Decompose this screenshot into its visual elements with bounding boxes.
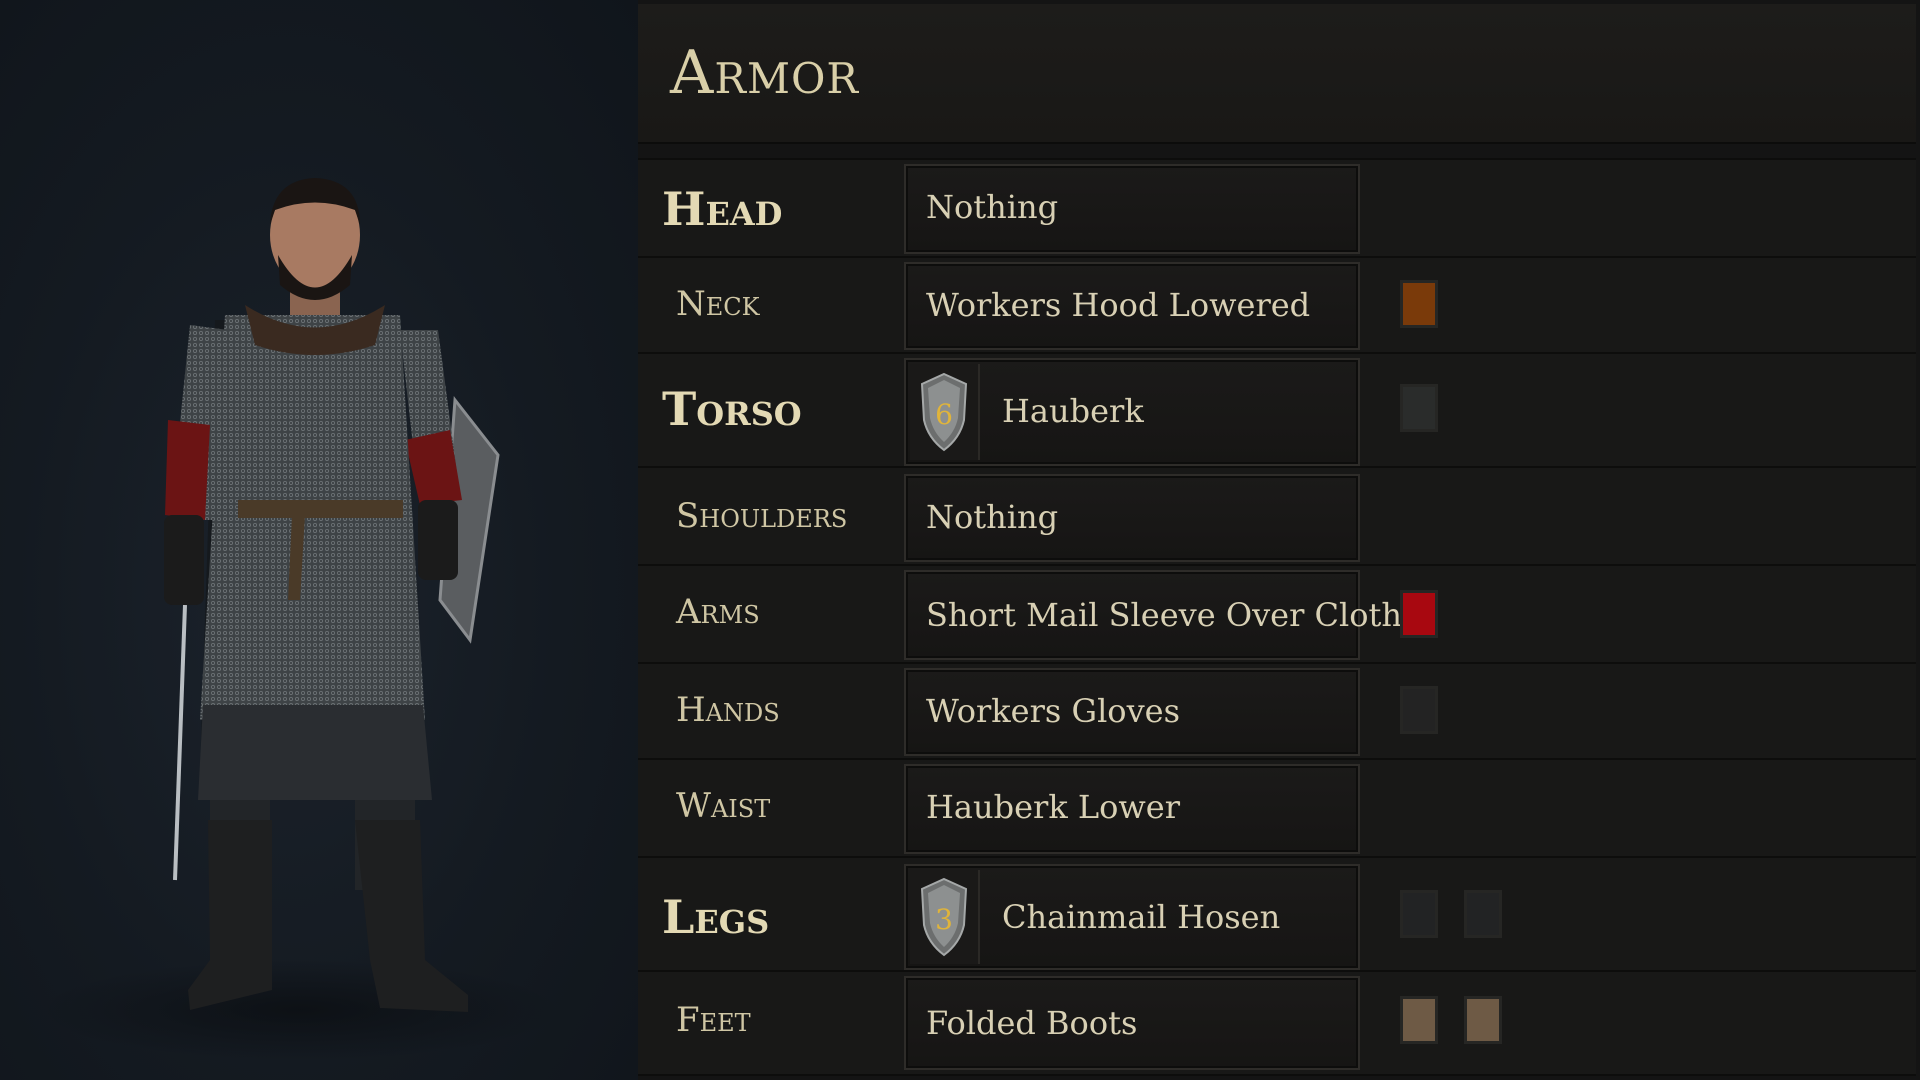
item-name: Nothing — [926, 498, 1059, 536]
slot-row-legs: Legs 3 Chainmail Hosen — [638, 856, 1916, 974]
item-selector-shoulders[interactable]: Nothing — [904, 474, 1360, 562]
color-swatch-legs-1[interactable] — [1400, 890, 1438, 938]
item-name: Folded Boots — [926, 1004, 1138, 1042]
item-name: Workers Hood Lowered — [926, 286, 1311, 324]
character-preview[interactable] — [0, 0, 638, 1080]
slot-row-feet: Feet Folded Boots — [638, 970, 1916, 1076]
armor-value-badge: 6 — [910, 364, 980, 460]
color-swatch-feet-2[interactable] — [1464, 996, 1502, 1044]
item-selector-head[interactable]: Nothing — [904, 164, 1360, 254]
slot-row-neck: Neck Workers Hood Lowered — [638, 256, 1916, 356]
armor-panel: Armor Head Nothing Neck Workers Hood Low… — [638, 0, 1920, 1080]
slot-label-waist: Waist — [676, 786, 771, 826]
slot-row-head: Head Nothing — [638, 158, 1916, 260]
armor-value-text: 3 — [935, 903, 953, 936]
color-swatch-arms-1[interactable] — [1400, 590, 1438, 638]
slot-label-legs: Legs — [662, 890, 770, 944]
slot-row-shoulders: Shoulders Nothing — [638, 466, 1916, 568]
slot-row-hands: Hands Workers Gloves — [638, 662, 1916, 762]
slot-row-arms: Arms Short Mail Sleeve Over Cloth — [638, 564, 1916, 666]
slot-label-shoulders: Shoulders — [676, 496, 848, 536]
item-name: Hauberk — [1002, 392, 1144, 430]
color-swatch-hands-1[interactable] — [1400, 686, 1438, 734]
item-name: Nothing — [926, 188, 1059, 226]
color-swatch-torso-1[interactable] — [1400, 384, 1438, 432]
panel-title: Armor — [670, 38, 860, 108]
slot-label-neck: Neck — [676, 284, 760, 324]
item-name: Workers Gloves — [926, 692, 1180, 730]
color-swatch-feet-1[interactable] — [1400, 996, 1438, 1044]
shield-icon: 6 — [920, 372, 968, 452]
item-selector-arms[interactable]: Short Mail Sleeve Over Cloth — [904, 570, 1402, 660]
armor-value-badge: 3 — [910, 870, 980, 964]
item-name: Short Mail Sleeve Over Cloth — [926, 596, 1402, 634]
character-model — [40, 178, 560, 1060]
shield-icon: 3 — [920, 877, 968, 957]
item-selector-legs[interactable]: 3 Chainmail Hosen — [904, 864, 1360, 970]
item-name: Chainmail Hosen — [1002, 898, 1281, 936]
item-name: Hauberk Lower — [926, 788, 1181, 826]
armor-value-text: 6 — [935, 398, 953, 431]
slot-label-arms: Arms — [676, 592, 760, 632]
color-swatch-legs-2[interactable] — [1464, 890, 1502, 938]
slot-row-waist: Waist Hauberk Lower — [638, 758, 1916, 860]
slot-label-head: Head — [662, 182, 783, 236]
item-selector-feet[interactable]: Folded Boots — [904, 976, 1360, 1070]
slot-label-feet: Feet — [676, 1000, 751, 1040]
slot-label-torso: Torso — [662, 382, 802, 436]
panel-header: Armor — [638, 4, 1916, 144]
item-selector-hands[interactable]: Workers Gloves — [904, 668, 1360, 756]
color-swatch-neck-1[interactable] — [1400, 280, 1438, 328]
item-selector-neck[interactable]: Workers Hood Lowered — [904, 262, 1360, 350]
slot-label-hands: Hands — [676, 690, 780, 730]
item-selector-torso[interactable]: 6 Hauberk — [904, 358, 1360, 466]
slot-row-torso: Torso 6 Hauberk — [638, 352, 1916, 470]
item-selector-waist[interactable]: Hauberk Lower — [904, 764, 1360, 854]
